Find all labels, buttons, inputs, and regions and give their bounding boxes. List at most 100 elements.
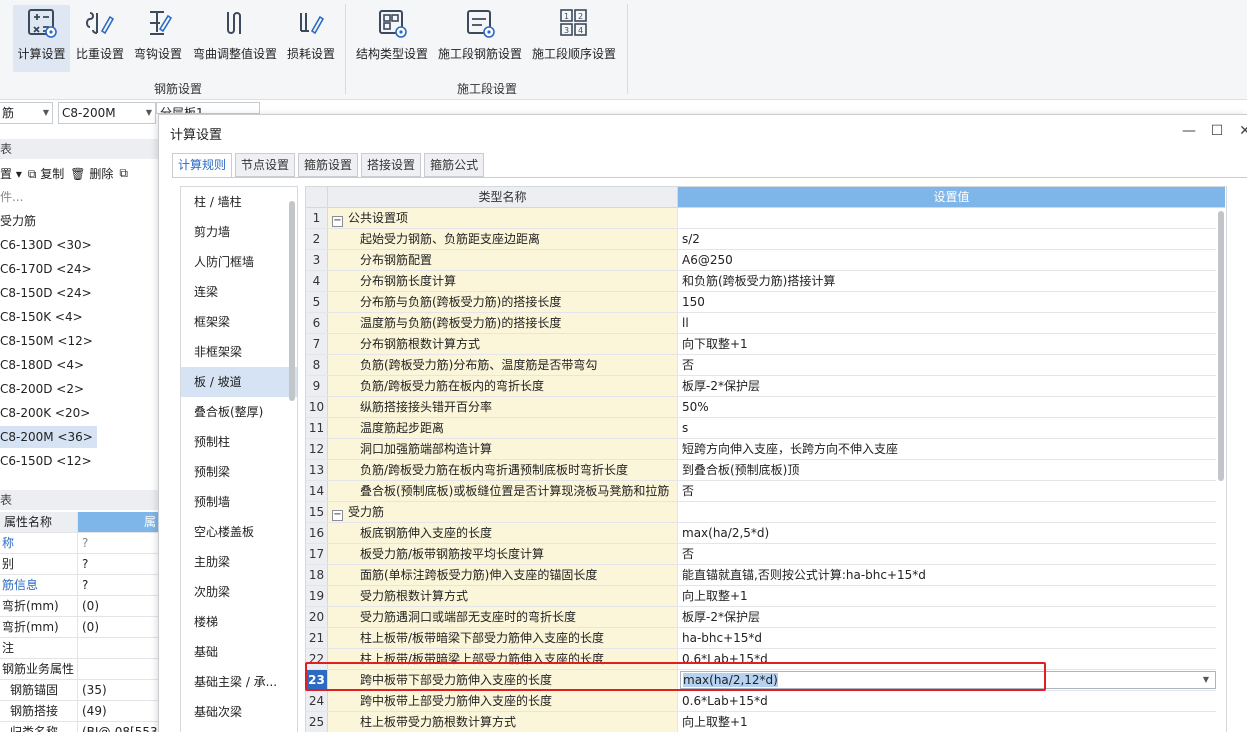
tree-item[interactable]: C8-150K <4> bbox=[0, 306, 83, 328]
property-value[interactable]: (BJ@-08[553] bbox=[78, 722, 158, 732]
new-icon[interactable]: 置 ▾ bbox=[0, 165, 22, 182]
category-item[interactable]: 楼梯 bbox=[181, 607, 297, 637]
category-item[interactable]: 板 / 坡道 bbox=[181, 367, 297, 397]
grid-scrollbar[interactable] bbox=[1218, 211, 1224, 481]
tree-item-selected[interactable]: C8-200M <36> bbox=[0, 426, 97, 448]
row-value[interactable]: s/2 bbox=[678, 229, 1216, 249]
property-row[interactable]: 筋信息? bbox=[0, 575, 158, 596]
category-item[interactable]: 空心楼盖板 bbox=[181, 517, 297, 547]
row-value[interactable]: s bbox=[678, 418, 1216, 438]
weight-ratio-button[interactable]: 比重设置 bbox=[74, 5, 126, 72]
property-value[interactable]: (49) bbox=[78, 701, 158, 721]
category-item[interactable]: 连梁 bbox=[181, 277, 297, 307]
loss-button[interactable]: 损耗设置 bbox=[284, 5, 338, 72]
collapse-icon[interactable]: − bbox=[332, 510, 343, 521]
calc-settings-button[interactable]: 计算设置 bbox=[13, 5, 70, 72]
row-value[interactable]: 0.6*Lab+15*d bbox=[678, 691, 1216, 711]
grid-group-row[interactable]: 15− 受力筋 bbox=[306, 502, 1216, 523]
category-item[interactable]: 主肋梁 bbox=[181, 547, 297, 577]
tree-item[interactable]: C8-180D <4> bbox=[0, 354, 84, 376]
row-value[interactable] bbox=[678, 502, 1216, 522]
grid-row[interactable]: 7 分布钢筋根数计算方式 向下取整+1 bbox=[306, 334, 1216, 355]
property-row[interactable]: 弯折(mm) (0) bbox=[0, 596, 158, 617]
grid-row[interactable]: 21 柱上板带/板带暗梁下部受力筋伸入支座的长度 ha-bhc+15*d bbox=[306, 628, 1216, 649]
grid-row[interactable]: 23 跨中板带下部受力筋伸入支座的长度 max(ha/2,12*d) ▼ bbox=[306, 670, 1216, 691]
property-row[interactable]: 钢筋搭接 (49) bbox=[0, 701, 158, 722]
row-value[interactable]: 和负筋(跨板受力筋)搭接计算 bbox=[678, 271, 1216, 291]
category-item[interactable]: 基础主梁 / 承... bbox=[181, 667, 297, 697]
bend-adjust-button[interactable]: 弯曲调整值设置 bbox=[190, 5, 280, 72]
delete-button[interactable]: 🗑 删除 bbox=[70, 165, 113, 182]
category-item[interactable]: 预制墙 bbox=[181, 487, 297, 517]
grid-row[interactable]: 14 叠合板(预制底板)或板缝位置是否计算现浇板马凳筋和拉筋否 bbox=[306, 481, 1216, 502]
row-value[interactable]: max(ha/2,5*d) bbox=[678, 523, 1216, 543]
row-value[interactable]: 向上取整+1 bbox=[678, 586, 1216, 606]
segment-rebar-button[interactable]: 施工段钢筋设置 bbox=[436, 5, 524, 72]
grid-row[interactable]: 25 柱上板带受力筋根数计算方式 向上取整+1 bbox=[306, 712, 1216, 732]
tree-item[interactable]: C8-200K <20> bbox=[0, 402, 90, 424]
grid-row[interactable]: 6 温度筋与负筋(跨板受力筋)的搭接长度 ll bbox=[306, 313, 1216, 334]
tab-stirrup-settings[interactable]: 箍筋设置 bbox=[298, 153, 359, 177]
grid-row[interactable]: 17 板受力筋/板带钢筋按平均长度计算 否 bbox=[306, 544, 1216, 565]
row-value[interactable]: 板厚-2*保护层 bbox=[678, 607, 1216, 627]
category-item[interactable]: 预制柱 bbox=[181, 427, 297, 457]
grid-row[interactable]: 3 分布钢筋配置 A6@250 bbox=[306, 250, 1216, 271]
chevron-down-icon[interactable]: ▼ bbox=[1203, 672, 1209, 688]
tree-item[interactable]: C6-150D <12> bbox=[0, 450, 92, 472]
category-item[interactable]: 次肋梁 bbox=[181, 577, 297, 607]
row-value[interactable]: A6@250 bbox=[678, 250, 1216, 270]
tree-item[interactable]: C8-150M <12> bbox=[0, 330, 93, 352]
grid-row[interactable]: 8 负筋(跨板受力筋)分布筋、温度筋是否带弯勾 否 bbox=[306, 355, 1216, 376]
category-item[interactable]: 柱 / 墙柱 bbox=[181, 187, 297, 217]
rebar-type-combo[interactable]: 筋 ▼ bbox=[0, 102, 53, 124]
filter-input[interactable]: 件... bbox=[0, 186, 23, 208]
copy-button[interactable]: ⧉ 复制 bbox=[28, 165, 64, 182]
grid-row[interactable]: 16 板底钢筋伸入支座的长度 max(ha/2,5*d) bbox=[306, 523, 1216, 544]
grid-row[interactable]: 9 负筋/跨板受力筋在板内的弯折长度 板厚-2*保护层 bbox=[306, 376, 1216, 397]
grid-row[interactable]: 22 柱上板带/板带暗梁上部受力筋伸入支座的长度 0.6*Lab+15*d bbox=[306, 649, 1216, 670]
category-item[interactable]: 剪力墙 bbox=[181, 217, 297, 247]
category-item[interactable]: 框架梁 bbox=[181, 307, 297, 337]
property-value[interactable] bbox=[78, 638, 158, 658]
tree-item[interactable]: 受力筋 bbox=[0, 210, 36, 232]
rebar-spec-combo[interactable]: C8-200M ▼ bbox=[58, 102, 156, 124]
property-value[interactable]: (0) bbox=[78, 617, 158, 637]
row-value[interactable]: ll bbox=[678, 313, 1216, 333]
category-item[interactable]: 基础次梁 bbox=[181, 697, 297, 727]
close-icon[interactable]: ✕ bbox=[1235, 121, 1247, 141]
tab-lap-settings[interactable]: 搭接设置 bbox=[361, 153, 422, 177]
property-value[interactable]: ? bbox=[78, 533, 158, 553]
tree-item[interactable]: C8-200D <2> bbox=[0, 378, 84, 400]
property-value[interactable] bbox=[78, 659, 158, 679]
category-item[interactable]: 基础 bbox=[181, 637, 297, 667]
minimize-icon[interactable]: — bbox=[1179, 121, 1199, 141]
hook-button[interactable]: 弯钩设置 bbox=[132, 5, 184, 72]
row-value[interactable]: 向上取整+1 bbox=[678, 712, 1216, 732]
category-item[interactable]: 叠合板(整厚) bbox=[181, 397, 297, 427]
row-value[interactable]: max(ha/2,12*d) ▼ bbox=[678, 670, 1216, 690]
grid-group-row[interactable]: 1− 公共设置项 bbox=[306, 208, 1216, 229]
more-icon[interactable]: ⧉ bbox=[119, 166, 128, 181]
row-value[interactable] bbox=[678, 208, 1216, 228]
tree-item[interactable]: C6-130D <30> bbox=[0, 234, 92, 256]
property-row[interactable]: 钢筋业务属性 bbox=[0, 659, 158, 680]
property-row[interactable]: 钢筋锚固 (35) bbox=[0, 680, 158, 701]
property-value[interactable]: (35) bbox=[78, 680, 158, 700]
floor-combo[interactable]: 分层板1 bbox=[156, 102, 260, 114]
category-item[interactable]: 非框架梁 bbox=[181, 337, 297, 367]
tab-stirrup-formula[interactable]: 箍筋公式 bbox=[424, 153, 485, 177]
structure-type-button[interactable]: 结构类型设置 bbox=[354, 5, 430, 72]
category-scrollbar[interactable] bbox=[289, 201, 295, 401]
row-value[interactable]: 否 bbox=[678, 544, 1216, 564]
grid-row[interactable]: 11 温度筋起步距离 s bbox=[306, 418, 1216, 439]
row-value[interactable]: 向下取整+1 bbox=[678, 334, 1216, 354]
row-value[interactable]: 否 bbox=[678, 481, 1216, 501]
value-editor[interactable]: max(ha/2,12*d) ▼ bbox=[680, 671, 1216, 689]
property-row[interactable]: 归类名称 (BJ@-08[553] bbox=[0, 722, 158, 732]
property-row[interactable]: 弯折(mm) (0) bbox=[0, 617, 158, 638]
row-value[interactable]: 板厚-2*保护层 bbox=[678, 376, 1216, 396]
grid-row[interactable]: 20 受力筋遇洞口或端部无支座时的弯折长度 板厚-2*保护层 bbox=[306, 607, 1216, 628]
row-value[interactable]: 0.6*Lab+15*d bbox=[678, 649, 1216, 669]
grid-row[interactable]: 19 受力筋根数计算方式 向上取整+1 bbox=[306, 586, 1216, 607]
tab-node-settings[interactable]: 节点设置 bbox=[235, 153, 296, 177]
